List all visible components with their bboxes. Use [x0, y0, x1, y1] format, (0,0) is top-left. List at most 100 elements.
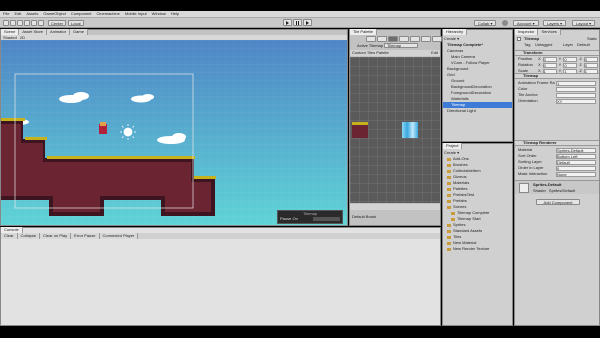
tab-project[interactable]: Project [443, 143, 463, 149]
console-toolbar-button[interactable]: Connected Player [99, 233, 139, 239]
paint-brush-button[interactable] [388, 36, 398, 42]
account-dropdown[interactable]: Account ▾ [513, 20, 539, 26]
palette-name-dropdown[interactable]: Custom Tiles Palette [352, 51, 389, 55]
rect-tool-button[interactable] [31, 20, 37, 26]
tab-hierarchy[interactable]: Hierarchy [443, 29, 468, 35]
renderer-component-header[interactable]: Tilemap Renderer [515, 140, 599, 146]
renderer-field-label: Sort Order [518, 154, 537, 158]
transform-x-field[interactable]: 0 [542, 62, 557, 68]
renderer-field-value[interactable]: 0 [556, 165, 596, 171]
space-toggle[interactable]: Local [68, 20, 84, 26]
rotate-tool-button[interactable] [17, 20, 23, 26]
menu-item[interactable]: Edit [14, 12, 21, 16]
tilemap-field-value[interactable]: XY [556, 98, 596, 104]
axis-label: X [538, 62, 541, 67]
console-toolbar-button[interactable]: Error Pause [71, 233, 100, 239]
hand-tool-button[interactable] [3, 20, 9, 26]
tag-dropdown[interactable]: Untagged [535, 43, 552, 47]
player-character [99, 122, 107, 134]
menu-item[interactable]: Help [171, 12, 179, 16]
project-create-button[interactable]: Create ▾ [444, 151, 459, 155]
picker-button[interactable] [410, 36, 420, 42]
default-brush-dropdown[interactable]: Default Brush [352, 214, 376, 219]
layer-dropdown[interactable]: Default [577, 43, 590, 47]
waterfall-tile[interactable] [402, 122, 418, 138]
renderer-field-value[interactable]: Default [556, 159, 596, 165]
menu-item[interactable]: Mobile Input [125, 12, 147, 16]
collab-dropdown[interactable]: Collab ▾ [474, 20, 497, 26]
cloud-icon[interactable] [502, 20, 508, 26]
menu-item[interactable]: Component [71, 12, 92, 16]
box-fill-button[interactable] [399, 36, 409, 42]
hierarchy-item[interactable]: Directional Light [443, 108, 512, 114]
select-tool-button[interactable] [366, 36, 376, 42]
object-active-checkbox[interactable] [517, 37, 521, 41]
tab-services[interactable]: Services [538, 29, 561, 35]
move-tile-button[interactable] [377, 36, 387, 42]
2d-toggle[interactable]: 2D [20, 35, 25, 40]
pause-button[interactable] [293, 19, 302, 26]
scale-tool-button[interactable] [24, 20, 30, 26]
axis-label: Y [558, 62, 562, 67]
transform-x-field[interactable]: 0 [542, 56, 557, 62]
console-toolbar-button[interactable]: Collapse [17, 233, 41, 239]
move-tool-button[interactable] [10, 20, 16, 26]
project-item-label: PrefabsTest [453, 192, 475, 197]
menu-item[interactable]: GameObject [43, 12, 65, 16]
folder-icon [447, 223, 451, 227]
transform-y-field[interactable]: 0 [563, 62, 578, 68]
eraser-button[interactable] [421, 36, 431, 42]
menu-bar: File Edit Assets GameObject Component Cinemac… [0, 11, 600, 18]
renderer-field-value[interactable]: None [556, 171, 596, 177]
transform-y-field[interactable]: 0 [563, 56, 578, 62]
add-component-button[interactable]: Add Component [536, 199, 580, 205]
overlay-field[interactable] [312, 217, 340, 221]
tool-buttons [3, 20, 44, 26]
transform-z-field[interactable]: 0 [583, 56, 598, 62]
hierarchy-scene-title[interactable]: Tilemap Complete* [447, 43, 483, 47]
hierarchy-create-button[interactable]: Create ▾ [444, 37, 459, 41]
renderer-field-label: Sorting Layer [518, 160, 542, 164]
play-button[interactable] [283, 19, 292, 26]
transform-tool-button[interactable] [38, 20, 44, 26]
palette-grid[interactable] [350, 57, 440, 203]
cloud [142, 94, 154, 100]
layout-dropdown[interactable]: Layout ▾ [572, 20, 596, 26]
menu-item[interactable]: File [3, 12, 9, 16]
pivot-toggle[interactable]: Center [48, 20, 67, 26]
fill-button[interactable] [432, 36, 442, 42]
static-toggle[interactable]: Static [587, 37, 597, 41]
tab-tile-palette[interactable]: Tile Palette [350, 29, 377, 35]
tag-label: Tag [524, 42, 531, 47]
menu-item[interactable]: Assets [26, 12, 38, 16]
layers-dropdown[interactable]: Layers ▾ [543, 20, 567, 26]
tab-inspector[interactable]: Inspector [515, 29, 539, 35]
active-tilemap-label: Active Tilemap [357, 43, 384, 48]
transform-z-field[interactable]: 0 [583, 62, 598, 68]
menu-item[interactable]: Window [152, 12, 166, 16]
project-item[interactable]: New Render Texture [443, 246, 512, 252]
hierarchy-item-label: VCam - Follow Player [451, 60, 490, 65]
pause-icon [296, 20, 299, 25]
folder-icon [447, 169, 451, 173]
console-toolbar-button[interactable]: Clear [1, 233, 18, 239]
tilemap-field-value[interactable] [556, 92, 596, 98]
step-button[interactable] [303, 19, 312, 26]
ground-tile[interactable] [352, 122, 368, 138]
renderer-field-value[interactable]: Bottom Left [556, 153, 596, 159]
tilemap-field-row: Orientation XY [515, 98, 599, 104]
project-item-label: Gizmos [453, 174, 467, 179]
console-toolbar-button[interactable]: Clear on Play [40, 233, 72, 239]
tilemap-component-header[interactable]: Tilemap [515, 73, 599, 79]
renderer-field-value[interactable]: Sprites-Default [556, 147, 596, 153]
tilemap-field-value[interactable]: 1 [556, 80, 596, 86]
tilemap-field-value[interactable] [556, 86, 596, 92]
palette-edit-button[interactable]: Edit [431, 51, 438, 55]
folder-icon [447, 235, 451, 239]
menu-item[interactable]: Cinemachine [97, 12, 120, 16]
active-tilemap-dropdown[interactable]: Tilemap [384, 43, 418, 48]
object-name-field[interactable]: Tilemap [524, 37, 539, 41]
scene-viewport[interactable] [1, 40, 347, 225]
shader-dropdown[interactable]: Sprites/Default [549, 189, 575, 193]
shading-mode-dropdown[interactable]: Shaded [3, 35, 17, 40]
